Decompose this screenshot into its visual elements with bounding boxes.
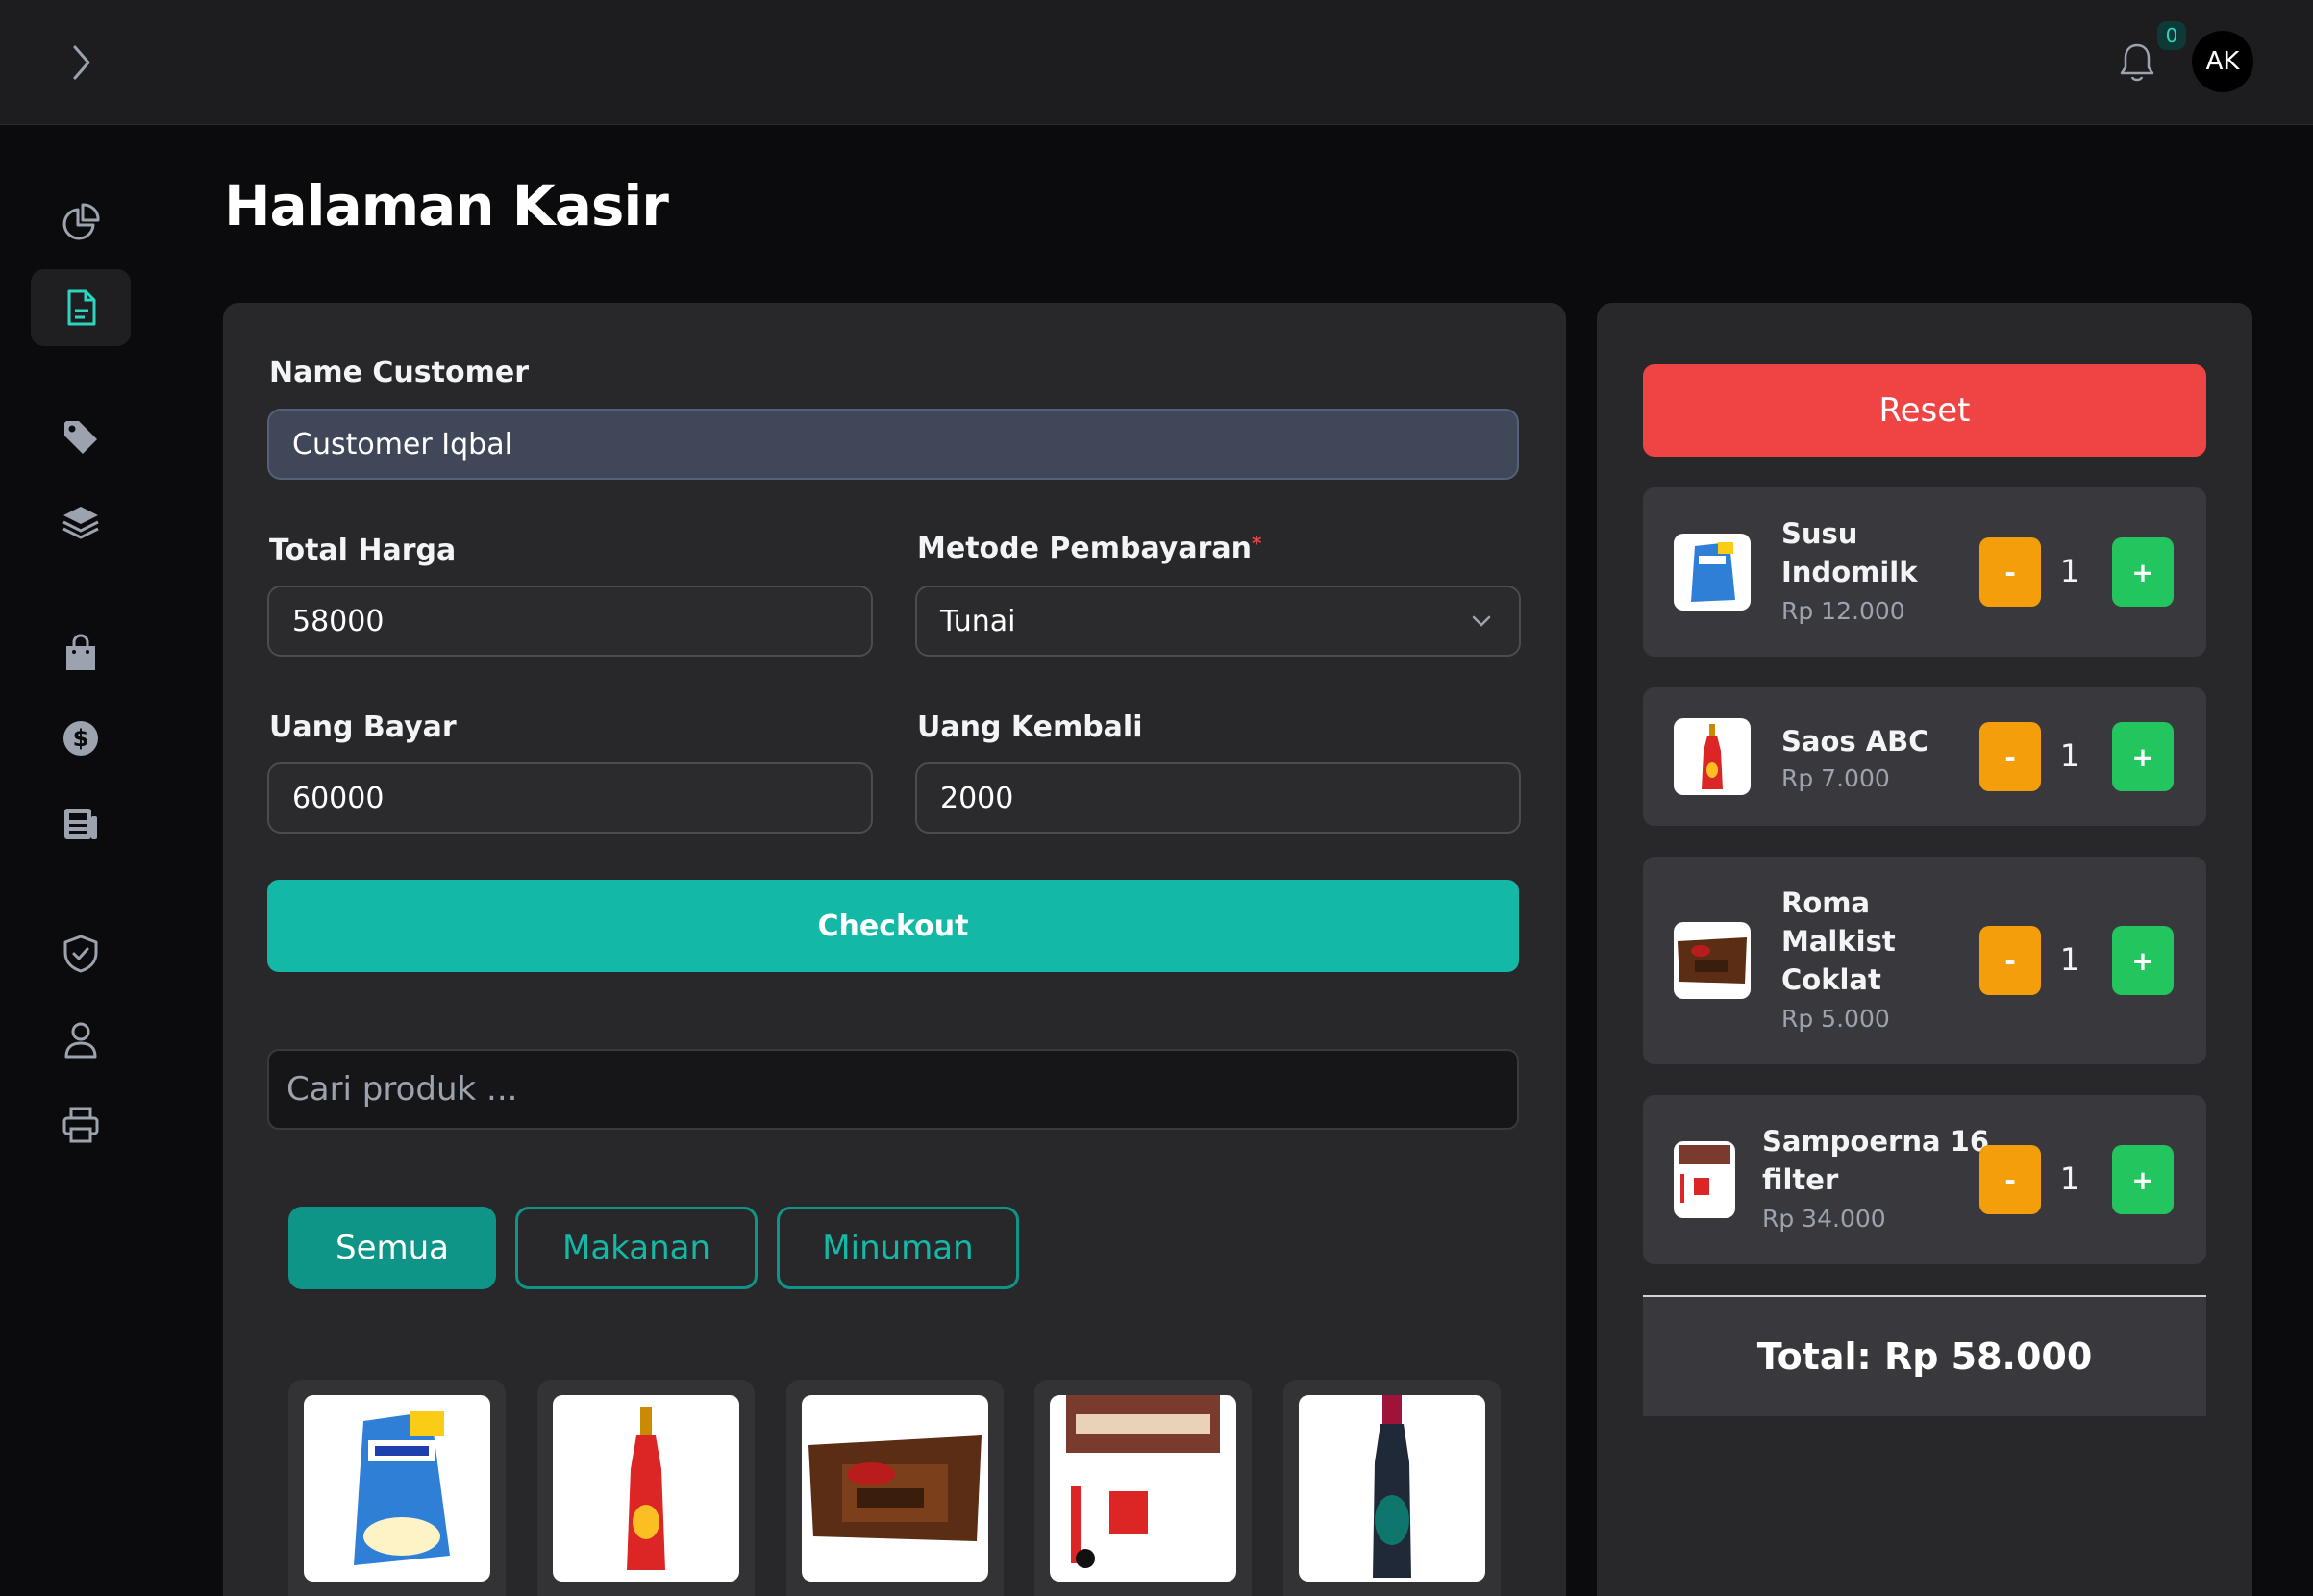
- cart-item-image: [1674, 1141, 1735, 1218]
- product-image-cigarette-pack: [1050, 1395, 1236, 1582]
- avatar[interactable]: AK: [2192, 31, 2253, 92]
- shield-check-icon[interactable]: [31, 915, 131, 992]
- notification-badge: 0: [2157, 21, 2186, 50]
- decrease-qty-button[interactable]: -: [1979, 722, 2041, 791]
- cart-item: Sampoerna 16 filter Rp 34.000 - 1 +: [1643, 1095, 2206, 1264]
- chevron-right-icon[interactable]: [58, 38, 106, 87]
- product-image-soy-sauce-bottle: [1299, 1395, 1485, 1582]
- tag-icon[interactable]: [31, 399, 131, 476]
- decrease-qty-button[interactable]: -: [1979, 537, 2041, 607]
- cart-item-price: Rp 7.000: [1781, 764, 1890, 792]
- required-marker: *: [1252, 532, 1262, 555]
- increase-qty-button[interactable]: +: [2112, 926, 2174, 995]
- product-search-input[interactable]: Cari produk ...: [267, 1049, 1519, 1130]
- cart-item-name-line: Roma: [1781, 886, 1871, 919]
- cart-item-price: Rp 5.000: [1781, 1005, 1890, 1033]
- user-icon[interactable]: [31, 1001, 131, 1078]
- increase-qty-button[interactable]: +: [2112, 1145, 2174, 1214]
- customer-name-input[interactable]: Customer Iqbal: [267, 409, 1519, 480]
- cart-item: Susu Indomilk Rp 12.000 - 1 +: [1643, 487, 2206, 657]
- cart-item-qty: 1: [2059, 941, 2080, 978]
- paid-amount-input[interactable]: 60000: [267, 762, 873, 834]
- cart-item: Saos ABC Rp 7.000 - 1 +: [1643, 687, 2206, 826]
- payment-method-label-text: Metode Pembayaran: [917, 532, 1253, 565]
- shopping-bag-icon[interactable]: [31, 614, 131, 691]
- dollar-icon[interactable]: $: [31, 700, 131, 777]
- cart-item-name-line: Sampoerna 16: [1762, 1125, 1989, 1158]
- cart-item-qty: 1: [2059, 737, 2080, 774]
- customer-label: Name Customer: [269, 356, 529, 389]
- checkout-button[interactable]: Checkout: [267, 880, 1519, 972]
- category-tab-all[interactable]: Semua: [288, 1207, 496, 1289]
- cart-item-image: [1674, 534, 1751, 611]
- cart-panel: Reset Susu Indomilk Rp 12.000 - 1 + Saos …: [1597, 303, 2252, 1596]
- payment-method-label: Metode Pembayaran*: [917, 532, 1261, 565]
- product-card[interactable]: [288, 1380, 506, 1596]
- newspaper-icon[interactable]: [31, 786, 131, 862]
- product-card[interactable]: [537, 1380, 755, 1596]
- cart-item-qty: 1: [2059, 1160, 2080, 1197]
- product-image-biscuit-pack: [802, 1395, 988, 1582]
- top-bar: 0 AK: [0, 0, 2313, 125]
- cart-item-name-line: Indomilk: [1781, 556, 1918, 588]
- decrease-qty-button[interactable]: -: [1979, 1145, 2041, 1214]
- dashboard-pie-icon[interactable]: [31, 184, 131, 261]
- product-image-sauce-bottle: [553, 1395, 739, 1582]
- cart-item-image: [1674, 922, 1751, 999]
- increase-qty-button[interactable]: +: [2112, 537, 2174, 607]
- cart-item-qty: 1: [2059, 553, 2080, 589]
- cart-item-name-line: Coklat: [1781, 963, 1881, 996]
- total-price-label: Total Harga: [269, 534, 457, 567]
- cart-item: Roma Malkist Coklat Rp 5.000 - 1 +: [1643, 857, 2206, 1064]
- cart-item-image: [1674, 718, 1751, 795]
- category-tab-food[interactable]: Makanan: [515, 1207, 758, 1289]
- increase-qty-button[interactable]: +: [2112, 722, 2174, 791]
- cart-item-price: Rp 34.000: [1762, 1205, 1886, 1233]
- decrease-qty-button[interactable]: -: [1979, 926, 2041, 995]
- change-amount-label: Uang Kembali: [917, 711, 1143, 744]
- cart-item-name: Saos ABC: [1781, 725, 1929, 758]
- product-card[interactable]: [1283, 1380, 1501, 1596]
- payment-method-value: Tunai: [940, 604, 1016, 638]
- category-tab-drinks[interactable]: Minuman: [777, 1207, 1019, 1289]
- sidebar: $: [0, 126, 163, 1596]
- cart-item-name-line: Malkist: [1781, 925, 1896, 958]
- change-amount-input[interactable]: 2000: [915, 762, 1521, 834]
- document-icon[interactable]: [31, 269, 131, 346]
- product-card[interactable]: [1034, 1380, 1252, 1596]
- cart-item-name-line: filter: [1762, 1163, 1839, 1196]
- cart-item-name: Sampoerna 16 filter: [1762, 1122, 1989, 1199]
- cart-item-name: Roma Malkist Coklat: [1781, 884, 1896, 999]
- paid-amount-label: Uang Bayar: [269, 711, 457, 744]
- svg-text:$: $: [73, 725, 89, 752]
- chevron-down-icon: [1472, 615, 1491, 627]
- layers-icon[interactable]: [31, 485, 131, 561]
- cart-item-name-line: Susu: [1781, 517, 1858, 550]
- product-image-milk-pouch: [304, 1395, 490, 1582]
- bell-icon[interactable]: [2113, 38, 2161, 87]
- cart-item-name: Susu Indomilk: [1781, 514, 1918, 591]
- page-title: Halaman Kasir: [224, 173, 669, 238]
- printer-icon[interactable]: [31, 1086, 131, 1163]
- cart-item-price: Rp 12.000: [1781, 597, 1905, 625]
- product-card[interactable]: [786, 1380, 1004, 1596]
- reset-button[interactable]: Reset: [1643, 364, 2206, 457]
- cart-total: Total: Rp 58.000: [1643, 1297, 2206, 1416]
- payment-method-select[interactable]: Tunai: [915, 586, 1521, 657]
- total-price-input[interactable]: 58000: [267, 586, 873, 657]
- cashier-form-panel: Name Customer Customer Iqbal Total Harga…: [223, 303, 1566, 1596]
